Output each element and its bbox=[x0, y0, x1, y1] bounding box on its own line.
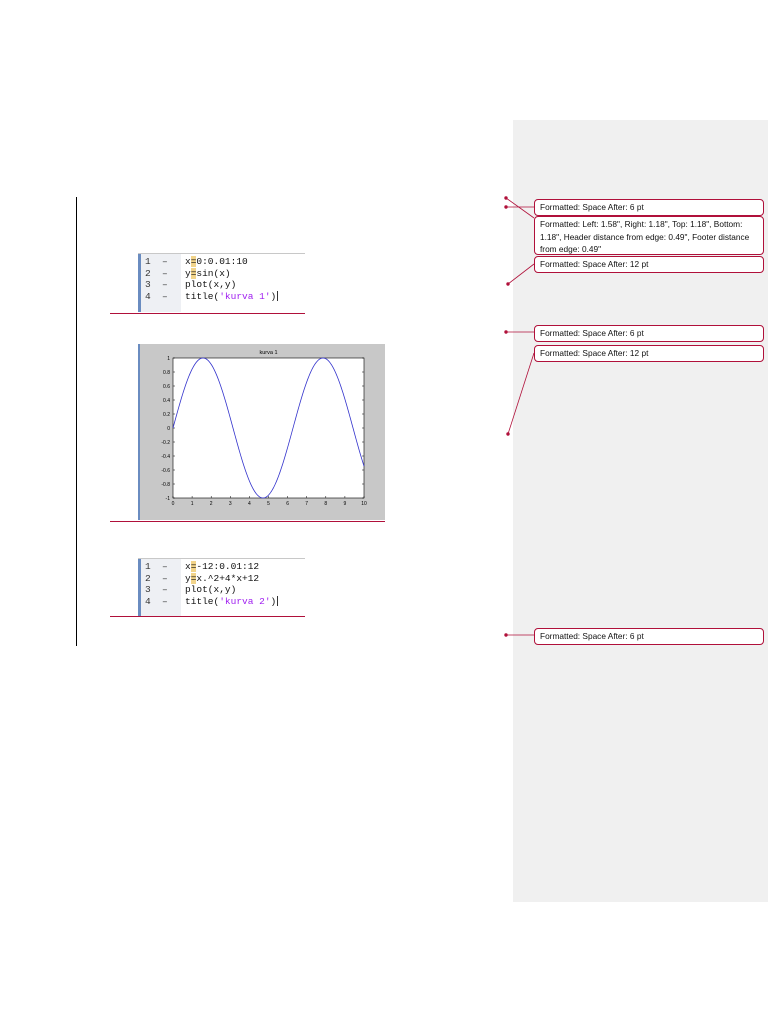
x-tick-label: 2 bbox=[210, 501, 213, 507]
code-part: ) bbox=[270, 595, 277, 607]
code-part: x bbox=[185, 561, 191, 572]
code-part: ) bbox=[270, 290, 277, 302]
y-tick-label: 0.4 bbox=[163, 398, 170, 404]
line-number: 3 bbox=[145, 584, 151, 595]
code-text: title('kurva 1') bbox=[185, 290, 279, 303]
line-number: 1 bbox=[145, 561, 151, 572]
x-tick-label: 1 bbox=[191, 501, 194, 507]
code-line: 1– x=0:0.01:10 bbox=[138, 256, 305, 268]
code-part: y bbox=[185, 267, 191, 279]
x-tick-label: 5 bbox=[267, 501, 270, 507]
y-tick-label: -0.4 bbox=[161, 454, 170, 460]
breakpoint-dash: – bbox=[162, 561, 168, 572]
y-tick-label: 0.8 bbox=[163, 370, 170, 376]
breakpoint-dash: – bbox=[162, 267, 168, 279]
code-part: 0:0.01:10 bbox=[196, 256, 248, 267]
line-number: 4 bbox=[145, 595, 151, 607]
code-text: plot(x,y) bbox=[185, 279, 236, 291]
code-line: 2– y=x.^2+4*x+12 bbox=[138, 572, 305, 585]
breakpoint-dash: – bbox=[162, 595, 168, 607]
code-line: 3– plot(x,y) bbox=[138, 584, 305, 596]
code-line: 4– title('kurva 1') bbox=[138, 291, 305, 303]
code-part: title( bbox=[185, 595, 220, 607]
code-part: y bbox=[185, 572, 191, 584]
code-line: 1– x=-12:0.01:12 bbox=[138, 561, 305, 573]
code-text: title('kurva 2') bbox=[185, 595, 279, 608]
revision-line bbox=[110, 313, 305, 314]
line-number: 2 bbox=[145, 572, 151, 584]
code-line: 2– y=sin(x) bbox=[138, 267, 305, 280]
y-tick-label: -0.8 bbox=[161, 482, 170, 488]
x-tick-label: 6 bbox=[286, 501, 289, 507]
code-text: y=x.^2+4*x+12 bbox=[185, 572, 260, 585]
comment-balloon[interactable]: Formatted: Space After: 6 pt bbox=[534, 628, 764, 645]
code-string: 'kurva 1' bbox=[219, 290, 271, 302]
code-text: x=0:0.01:10 bbox=[185, 256, 248, 268]
y-tick-label: -0.6 bbox=[161, 468, 170, 474]
code-part: x.^2+4*x+12 bbox=[196, 572, 260, 584]
text-cursor bbox=[277, 290, 279, 301]
comment-balloon[interactable]: Formatted: Space After: 6 pt bbox=[534, 325, 764, 342]
code-part: sin(x) bbox=[196, 267, 231, 279]
code-text: x=-12:0.01:12 bbox=[185, 561, 259, 573]
plot-area bbox=[172, 357, 365, 499]
x-tick-label: 0 bbox=[172, 501, 175, 507]
code-part: plot(x,y) bbox=[185, 584, 237, 595]
comment-balloon[interactable]: Formatted: Left: 1.58", Right: 1.18", To… bbox=[534, 216, 764, 255]
code-block-1: 1– x=0:0.01:10 2– y=sin(x) 3– plot(x,y) 4– titl… bbox=[138, 253, 305, 312]
line-number: 2 bbox=[145, 267, 151, 279]
revision-line bbox=[110, 616, 305, 617]
breakpoint-dash: – bbox=[162, 256, 168, 267]
code-line: 4– title('kurva 2') bbox=[138, 596, 305, 608]
code-part: -12:0.01:12 bbox=[196, 561, 260, 572]
code-line: 3– plot(x,y) bbox=[138, 279, 305, 291]
chart-title: kurva 1 bbox=[259, 350, 277, 356]
y-tick-label: -0.2 bbox=[161, 440, 170, 446]
sine-chart: kurva 1 0 1 2 3 4 5 6 7 8 9 10 1 0.8 0.6 0.4 0.2 0 -0.2 -0.… bbox=[161, 350, 367, 507]
breakpoint-dash: – bbox=[162, 279, 168, 290]
breakpoint-dash: – bbox=[162, 572, 168, 584]
x-tick-label: 4 bbox=[248, 501, 251, 507]
line-number: 4 bbox=[145, 290, 151, 302]
breakpoint-dash: – bbox=[162, 290, 168, 302]
breakpoint-dash: – bbox=[162, 584, 168, 595]
code-part: plot(x,y) bbox=[185, 279, 237, 290]
x-tick-label: 3 bbox=[229, 501, 232, 507]
x-tick-label: 8 bbox=[324, 501, 327, 507]
y-tick-label: 0.6 bbox=[163, 384, 170, 390]
y-tick-label: -1 bbox=[166, 496, 171, 502]
line-number: 3 bbox=[145, 279, 151, 290]
text-cursor bbox=[277, 595, 279, 606]
comment-balloon[interactable]: Formatted: Space After: 12 pt bbox=[534, 256, 764, 273]
y-tick-label: 0.2 bbox=[163, 412, 170, 418]
code-block-2: 1– x=-12:0.01:12 2– y=x.^2+4*x+12 3– plot(x,y… bbox=[138, 558, 305, 616]
figure-kurva-1: kurva 1 0 1 2 3 4 5 6 7 8 9 10 1 0.8 0.6 0.4 0.2 0 -0.2 -0.… bbox=[138, 344, 385, 520]
y-tick-label: 0 bbox=[167, 426, 170, 432]
comment-balloon[interactable]: Formatted: Space After: 12 pt bbox=[534, 345, 764, 362]
y-tick-label: 1 bbox=[167, 356, 170, 362]
change-bar bbox=[76, 197, 77, 646]
code-string: 'kurva 2' bbox=[219, 595, 271, 607]
code-part: title( bbox=[185, 290, 220, 302]
code-text: plot(x,y) bbox=[185, 584, 236, 596]
code-text: y=sin(x) bbox=[185, 267, 231, 280]
x-tick-label: 7 bbox=[305, 501, 308, 507]
code-part: x bbox=[185, 256, 191, 267]
revision-line bbox=[110, 521, 385, 522]
comment-balloon[interactable]: Formatted: Space After: 6 pt bbox=[534, 199, 764, 216]
line-number: 1 bbox=[145, 256, 151, 267]
x-tick-label: 10 bbox=[361, 501, 367, 507]
x-tick-label: 9 bbox=[344, 501, 347, 507]
